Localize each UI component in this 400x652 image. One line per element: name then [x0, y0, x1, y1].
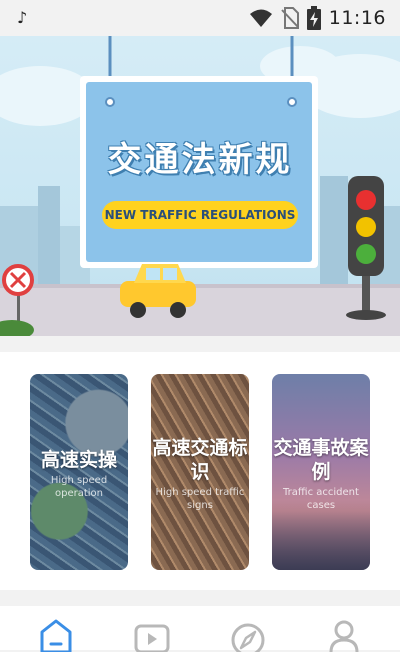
card-subtitle: Traffic accident cases — [283, 487, 359, 511]
tab-home[interactable] — [36, 618, 76, 652]
banner-subtitle: NEW TRAFFIC REGULATIONS — [102, 201, 298, 229]
card-title: 交通事故案例 — [273, 437, 369, 483]
feature-cards: 高速实操 High speed operation 高速交通标识 High sp… — [0, 352, 400, 590]
section-divider — [0, 336, 400, 352]
tab-video[interactable] — [132, 618, 172, 652]
no-sim-icon — [281, 7, 299, 29]
card-subtitle: High speed traffic signs — [155, 487, 245, 511]
card-highway-signs[interactable]: 高速交通标识 High speed traffic signs — [151, 374, 249, 570]
banner[interactable]: 交通法新规 NEW TRAFFIC REGULATIONS — [0, 36, 400, 336]
banner-title: 交通法新规 — [107, 140, 293, 180]
battery-charging-icon — [306, 6, 321, 30]
bottom-nav — [0, 606, 400, 652]
compass-icon — [231, 623, 265, 652]
status-icons: 11:16 — [249, 6, 386, 30]
card-accident-cases[interactable]: 交通事故案例 Traffic accident cases — [272, 374, 370, 570]
home-icon — [40, 619, 72, 652]
section-divider — [0, 590, 400, 606]
card-subtitle: High speed operation — [50, 475, 108, 499]
status-bar: ♪ 11:16 — [0, 0, 400, 36]
status-time: 11:16 — [328, 7, 386, 29]
wifi-icon — [249, 9, 272, 27]
card-title: 高速交通标识 — [152, 437, 248, 483]
tab-discover[interactable] — [228, 618, 268, 652]
tab-profile[interactable] — [324, 618, 364, 652]
tiktok-icon: ♪ — [17, 8, 28, 27]
card-title: 高速实操 — [40, 449, 117, 471]
user-icon — [329, 620, 359, 652]
card-highway-operation[interactable]: 高速实操 High speed operation — [30, 374, 128, 570]
banner-illustration — [0, 36, 400, 336]
video-icon — [134, 624, 170, 652]
